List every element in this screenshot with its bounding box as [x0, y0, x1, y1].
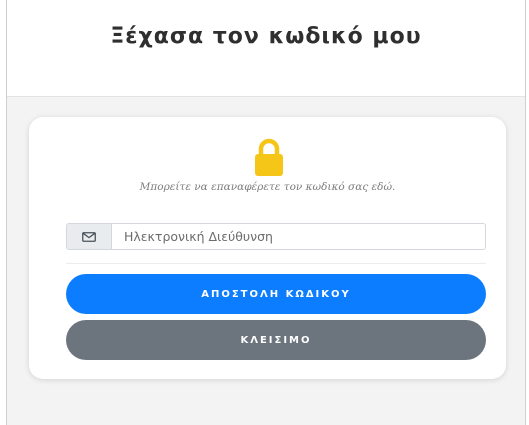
- lock-icon: [255, 138, 283, 176]
- send-code-button[interactable]: ΑΠΟΣΤΟΛΗ ΚΩΔΙΚΟΥ: [66, 274, 486, 314]
- email-input[interactable]: [112, 224, 485, 249]
- send-code-button-label: ΑΠΟΣΤΟΛΗ ΚΩΔΙΚΟΥ: [201, 288, 351, 300]
- page-header: Ξέχασα τον κωδικό μου: [7, 0, 525, 97]
- email-addon: [67, 224, 112, 249]
- email-input-group: [66, 223, 486, 250]
- envelope-icon: [82, 231, 96, 242]
- forgot-password-card: Μπορείτε να επαναφέρετε τον κωδικό σας ε…: [29, 117, 506, 379]
- divider: [66, 263, 486, 264]
- close-button-label: ΚΛΕΙΣΙΜΟ: [240, 334, 312, 346]
- close-button[interactable]: ΚΛΕΙΣΙΜΟ: [66, 320, 486, 360]
- reset-hint-text: Μπορείτε να επαναφέρετε τον κωδικό σας ε…: [139, 181, 396, 193]
- page-frame: Ξέχασα τον κωδικό μου Μπορείτε να επαναφ…: [6, 0, 526, 425]
- page-title: Ξέχασα τον κωδικό μου: [110, 24, 422, 49]
